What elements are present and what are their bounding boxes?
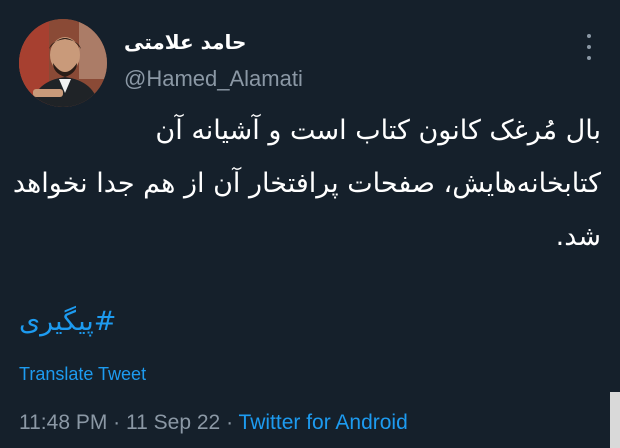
more-dot	[587, 56, 591, 60]
tweet-metadata: 11:48 PM · 11 Sep 22 · Twitter for Andro…	[19, 411, 408, 435]
translate-tweet-link[interactable]: Translate Tweet	[19, 364, 146, 385]
meta-separator: ·	[226, 411, 234, 434]
hashtag-link[interactable]: #پیگیری	[19, 306, 116, 337]
more-dot	[587, 45, 591, 49]
tweet-date[interactable]: 11 Sep 22	[126, 411, 220, 434]
author-display-name-text[interactable]: حامد علامتی	[124, 30, 246, 54]
tweet-time[interactable]: 11:48 PM	[19, 411, 107, 434]
tweet-text: بال مُرغک کانون کتاب است و آشیانه آن کتا…	[12, 115, 601, 252]
tweet-card: حامد علامتی @Hamed_Alamati بال مُرغک کان…	[0, 0, 620, 448]
scrollbar[interactable]	[610, 392, 620, 448]
author-display-name[interactable]: حامد علامتی	[0, 30, 620, 54]
tweet-source-link[interactable]: Twitter for Android	[239, 411, 408, 434]
author-handle[interactable]: @Hamed_Alamati	[124, 66, 303, 92]
meta-separator: ·	[113, 411, 121, 434]
more-dot	[587, 34, 591, 38]
more-options-icon[interactable]	[578, 34, 600, 60]
